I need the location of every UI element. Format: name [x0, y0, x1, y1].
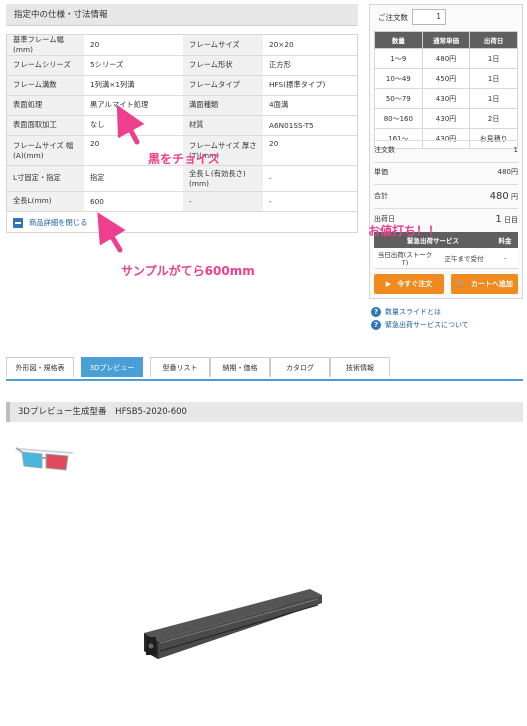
order-count-label: 注文数 [374, 146, 395, 154]
express-cond: 正午まで受付 [436, 248, 492, 269]
express-service-label: 緊急出荷サービスについて [385, 321, 469, 329]
price-header: 数量 [374, 31, 423, 49]
price-cell: 430円 [421, 108, 471, 129]
preview-part-number: HFSB5-2020-600 [115, 407, 187, 417]
express-service-link[interactable]: ? 緊急出荷サービスについて [371, 320, 469, 330]
table-row: 50〜79 430円 1日 [374, 88, 518, 109]
price-cell: 80〜160 [374, 108, 423, 129]
price-cell: 450円 [421, 68, 471, 89]
tab-tech-info[interactable]: 技術情報 [330, 357, 390, 377]
aluminum-frame-3d-model [144, 589, 322, 659]
quantity-slide-link[interactable]: ? 数量スライドとは [371, 307, 441, 317]
price-header: 出荷日 [469, 31, 518, 49]
quantity-label: ご注文数 [378, 13, 408, 22]
question-icon: ? [371, 320, 381, 330]
unit-price-label: 単価 [374, 168, 388, 176]
unit-price-row: 単価 480円 [374, 162, 518, 181]
total-value: 480 [489, 190, 509, 202]
price-cell: 50〜79 [374, 88, 423, 109]
price-cell: 10〜49 [374, 68, 423, 89]
preview-title-prefix: 3Dプレビュー生成型番 [18, 407, 107, 417]
arrow-to-black-finish [116, 104, 145, 145]
3d-glasses-icon[interactable] [14, 442, 80, 472]
price-cell: 1日 [469, 68, 518, 89]
price-cell: 480円 [421, 48, 471, 69]
question-icon: ? [371, 307, 381, 317]
price-cell: 2日 [469, 108, 518, 129]
table-row: 10〜49 450円 1日 [374, 68, 518, 89]
buy-now-button[interactable]: ▶ 今すぐ注文 [374, 274, 444, 294]
order-count-value: 1 [513, 146, 518, 154]
ship-unit: 日目 [504, 215, 518, 224]
buy-now-label: 今すぐ注文 [397, 280, 433, 288]
table-row: 80〜160 430円 2日 [374, 108, 518, 129]
total-label: 合計 [374, 192, 388, 200]
arrow-to-length [97, 212, 126, 253]
express-fee: - [492, 248, 518, 269]
quantity-input[interactable]: 1 [412, 9, 446, 25]
tab-3d-preview[interactable]: 3Dプレビュー [81, 357, 143, 377]
ship-value: 1 [495, 213, 502, 225]
unit-price-value: 480円 [497, 168, 518, 176]
express-fee-header: 料金 [492, 232, 518, 248]
price-cell: 430円 [421, 88, 471, 109]
preview-title: 3Dプレビュー生成型番 HFSB5-2020-600 [6, 402, 523, 422]
tab-part-list[interactable]: 型番リスト [150, 357, 210, 377]
cart-icon: 🛒 [456, 280, 465, 288]
tab-bar: 外形図・規格表 3Dプレビュー 型番リスト 納期・価格 カタログ 技術情報 [6, 357, 523, 381]
annotation-sample: サンプルがてら600mm [121, 264, 255, 278]
arrow-right-icon: ▶ [385, 280, 392, 288]
annotation-black: 黒をチョイス [148, 152, 220, 166]
total-unit: 円 [511, 192, 518, 201]
price-table: 数量 通常単価 出荷日 1〜9 480円 1日 10〜49 450円 1日 50… [374, 31, 518, 149]
price-cell: 1〜9 [374, 48, 423, 69]
annotation-discount: お値打ち！！ [368, 224, 441, 238]
express-name: 当日出荷(ストークT) [374, 248, 436, 269]
total-row: 合計 480 円 [374, 184, 518, 207]
table-row: 1〜9 480円 1日 [374, 48, 518, 69]
price-cell: 1日 [469, 48, 518, 69]
table-row: 当日出荷(ストークT) 正午まで受付 - [374, 248, 518, 269]
tab-catalog[interactable]: カタログ [270, 357, 330, 377]
quantity-slide-label: 数量スライドとは [385, 308, 441, 316]
table-row: 数量 通常単価 出荷日 [374, 31, 518, 49]
add-cart-button[interactable]: 🛒 カートへ追加 [451, 274, 518, 294]
order-count-row: 注文数 1 [374, 140, 518, 159]
tab-delivery-price[interactable]: 納期・価格 [210, 357, 270, 377]
add-cart-label: カートへ追加 [470, 280, 513, 288]
price-cell: 1日 [469, 88, 518, 109]
price-header: 通常単価 [421, 31, 471, 49]
tab-drawings[interactable]: 外形図・規格表 [6, 357, 74, 377]
